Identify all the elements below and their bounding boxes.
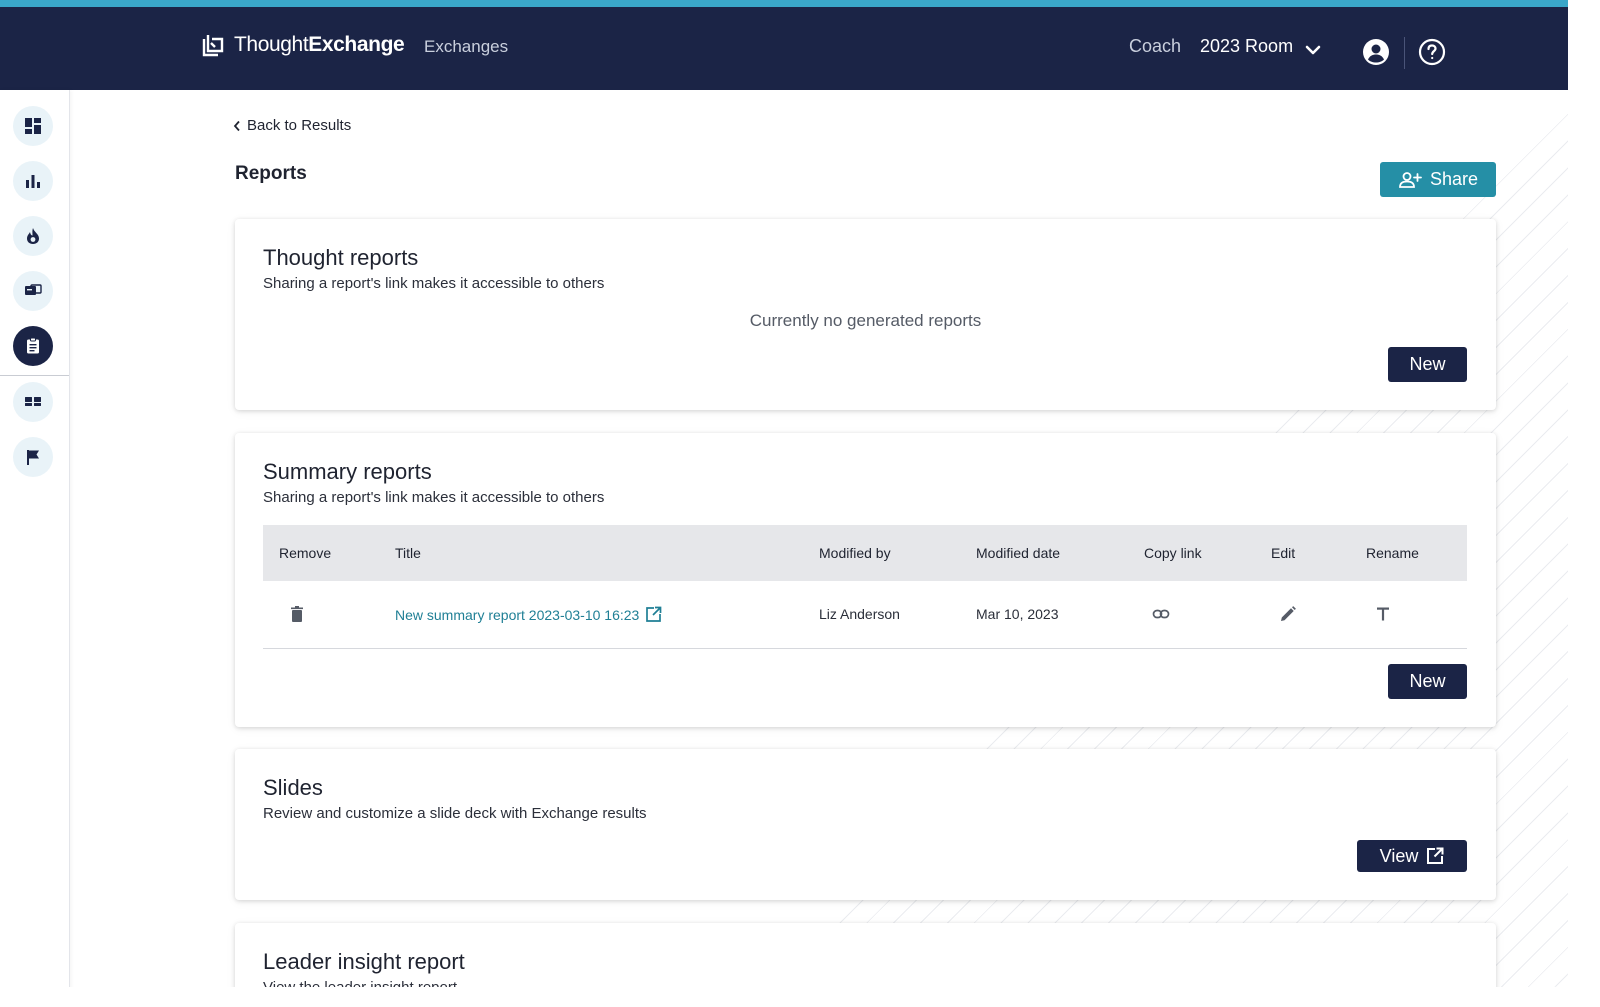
nav-coach[interactable]: Coach	[1129, 36, 1181, 57]
page-title: Reports	[235, 163, 307, 184]
col-modified-by: Modified by	[819, 545, 891, 561]
leader-insight-subtitle: View the leader insight report	[263, 979, 457, 987]
room-selector[interactable]: 2023 Room	[1200, 36, 1293, 57]
chevron-left-icon	[233, 120, 240, 131]
chevron-down-icon[interactable]	[1304, 43, 1322, 57]
left-sidebar	[0, 90, 70, 987]
dashboard-icon	[25, 118, 41, 134]
brand-name-light: Thought	[234, 33, 309, 56]
text-rename-icon[interactable]	[1374, 605, 1392, 623]
summary-reports-card: Summary reports Sharing a report's link …	[235, 433, 1496, 727]
modified-date: Mar 10, 2023	[976, 606, 1059, 622]
top-nav-bar: ThoughtExchange Exchanges Coach 2023 Roo…	[0, 0, 1568, 90]
table-row: New summary report 2023-03-10 16:23 Liz …	[263, 581, 1467, 649]
brand-name-bold: Exchange	[308, 33, 405, 56]
flag-icon	[27, 450, 39, 465]
report-title-link[interactable]: New summary report 2023-03-10 16:23	[395, 606, 662, 623]
sidebar-item-messages[interactable]	[13, 271, 53, 311]
quote-icon	[25, 397, 41, 406]
user-account-icon[interactable]	[1362, 38, 1390, 66]
brand-name: ThoughtExchange	[234, 33, 405, 57]
screen-edge-bottom	[0, 987, 1600, 1007]
col-rename: Rename	[1366, 545, 1419, 561]
sidebar-divider	[0, 375, 69, 376]
col-title: Title	[395, 545, 421, 561]
share-label: Share	[1429, 169, 1479, 189]
empty-reports-message: Currently no generated reports	[749, 311, 982, 330]
view-slides-label: View	[1379, 845, 1419, 866]
chat-cards-icon	[25, 284, 42, 295]
leader-insight-card: Leader insight report View the leader in…	[235, 923, 1496, 987]
thought-reports-subtitle: Sharing a report's link makes it accessi…	[263, 275, 605, 292]
col-copy-link: Copy link	[1144, 545, 1202, 561]
slides-subtitle: Review and customize a slide deck with E…	[263, 805, 647, 822]
slides-card: Slides Review and customize a slide deck…	[235, 749, 1496, 900]
add-user-icon	[1399, 171, 1422, 188]
thought-reports-card: Thought reports Sharing a report's link …	[235, 219, 1496, 410]
external-link-icon	[1427, 847, 1444, 864]
link-icon[interactable]	[1152, 605, 1170, 623]
table-header: Remove Title Modified by Modified date C…	[263, 525, 1467, 581]
leader-insight-title: Leader insight report	[263, 949, 465, 974]
header-divider	[1404, 37, 1405, 69]
sidebar-item-quotes[interactable]	[13, 382, 53, 422]
flame-icon	[27, 228, 39, 244]
share-button[interactable]: Share	[1380, 162, 1496, 197]
new-summary-report-label: New	[1409, 671, 1446, 691]
view-slides-button[interactable]: View	[1357, 840, 1467, 872]
pencil-icon[interactable]	[1279, 605, 1297, 623]
logo-icon	[202, 35, 224, 57]
app-frame: ThoughtExchange Exchanges Coach 2023 Roo…	[0, 0, 1568, 987]
new-thought-report-label: New	[1409, 354, 1446, 374]
external-link-icon	[646, 606, 662, 622]
sidebar-item-flag[interactable]	[13, 437, 53, 477]
summary-reports-subtitle: Sharing a report's link makes it accessi…	[263, 489, 605, 506]
clipboard-icon	[27, 337, 39, 354]
slides-title: Slides	[263, 775, 323, 800]
summary-reports-title: Summary reports	[263, 459, 432, 484]
sidebar-item-hot-topics[interactable]	[13, 216, 53, 256]
nav-exchanges[interactable]: Exchanges	[424, 37, 508, 57]
sidebar-item-analytics[interactable]	[13, 161, 53, 201]
report-title: New summary report 2023-03-10 16:23	[395, 606, 640, 623]
screen-edge-right	[1568, 0, 1600, 1007]
col-remove: Remove	[279, 545, 332, 561]
bar-chart-icon	[26, 175, 40, 188]
new-summary-report-button[interactable]: New	[1388, 664, 1467, 699]
new-thought-report-button[interactable]: New	[1388, 347, 1467, 382]
back-label: Back to Results	[247, 117, 352, 134]
modified-by: Liz Anderson	[819, 606, 900, 622]
sidebar-item-dashboard[interactable]	[13, 106, 53, 146]
col-modified-date: Modified date	[976, 545, 1061, 561]
trash-icon[interactable]	[288, 605, 306, 623]
logo[interactable]: ThoughtExchange	[200, 31, 405, 59]
back-to-results-link[interactable]: Back to Results	[233, 117, 351, 134]
thought-reports-title: Thought reports	[263, 245, 419, 270]
help-icon[interactable]	[1418, 38, 1446, 66]
sidebar-item-reports[interactable]	[13, 326, 53, 366]
col-edit: Edit	[1271, 545, 1296, 561]
